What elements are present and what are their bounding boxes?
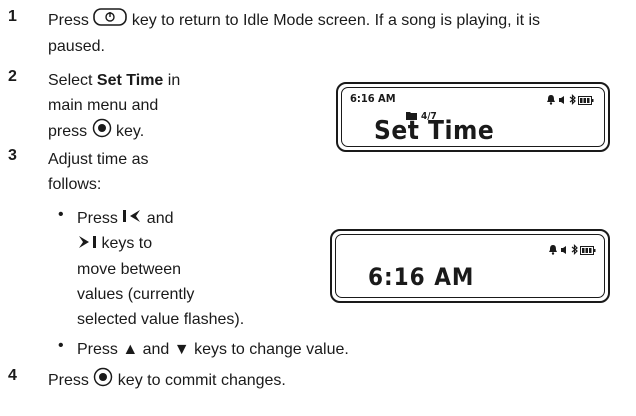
lcd-screen-adjust-time: 6:16 AM	[330, 229, 610, 303]
speaker-icon	[558, 92, 567, 110]
step-1-text: Press key to return to Idle Mode screen.…	[48, 8, 540, 59]
center-select-key-icon	[92, 118, 112, 146]
bullet-marker: •	[58, 206, 64, 223]
down-arrow-key-icon: ▼	[173, 341, 190, 358]
next-track-key-icon	[77, 232, 97, 257]
previous-track-key-icon	[122, 206, 142, 231]
bullet-1-line3: move between	[77, 260, 182, 278]
bullet-1-text: Press and keys to move between values (c…	[77, 206, 244, 332]
bluetooth-icon	[569, 92, 576, 110]
step-2-line1-after: in	[163, 72, 181, 89]
step-2-line2: main menu and	[48, 97, 159, 114]
bullet-1-line1-before: Press	[77, 210, 123, 227]
step-3-line1: Adjust time as	[48, 151, 149, 168]
center-select-key-icon	[93, 367, 113, 395]
step-2-text: Select Set Time in main menu and press k…	[48, 68, 180, 146]
step-number: 3	[8, 147, 17, 164]
speaker-icon	[560, 242, 569, 260]
bullet-2-text: Press ▲ and ▼ keys to change value.	[77, 337, 349, 362]
set-time-menu-label: Set Time	[96, 72, 164, 89]
battery-icon	[580, 242, 596, 260]
step-number: 2	[8, 68, 17, 85]
bell-icon	[548, 242, 558, 260]
bluetooth-icon	[571, 242, 578, 260]
step-1-text-line2: paused.	[48, 38, 105, 55]
bullet-1-line1-after: and	[146, 210, 174, 227]
bullet-1-line5: selected value flashes).	[77, 310, 245, 328]
lcd-screen-set-time: 6:16 AM 4/7 Set Time	[336, 82, 610, 152]
bullet-marker: •	[58, 337, 64, 354]
step-1-text-after: key to return to Idle Mode screen. If a …	[131, 12, 541, 30]
status-bar	[546, 92, 594, 110]
up-arrow-key-icon: ▲	[122, 341, 139, 358]
bullet-2-after: keys to change value.	[189, 341, 349, 358]
bullet-2-before: Press	[77, 341, 123, 358]
step-2-line3-after: key.	[111, 123, 145, 141]
status-bar	[548, 242, 596, 260]
bell-icon	[546, 92, 556, 110]
step-3-text: Adjust time as follows:	[48, 147, 148, 197]
battery-icon	[578, 92, 594, 110]
lcd-clock: 6:16 AM	[350, 92, 396, 105]
step-2-line3-before: press	[48, 123, 88, 141]
bullet-2-mid: and	[138, 341, 174, 358]
step-4-text-after: key to commit changes.	[113, 372, 286, 390]
step-4-text-before: Press	[48, 372, 89, 390]
lcd-time-value: 6:16 AM	[368, 263, 475, 291]
step-number: 1	[8, 8, 17, 25]
step-3-line2: follows:	[48, 176, 102, 193]
step-4-text: Press key to commit changes.	[48, 367, 286, 395]
step-1-text-before: Press	[48, 12, 89, 30]
step-number: 4	[8, 367, 17, 384]
lcd-title: Set Time	[374, 116, 495, 146]
bullet-1-line4: values (currently	[77, 285, 195, 303]
home-key-icon	[93, 8, 128, 34]
bullet-1-line2-after: keys to	[97, 235, 153, 253]
step-2-line1-before: Select	[48, 72, 97, 89]
